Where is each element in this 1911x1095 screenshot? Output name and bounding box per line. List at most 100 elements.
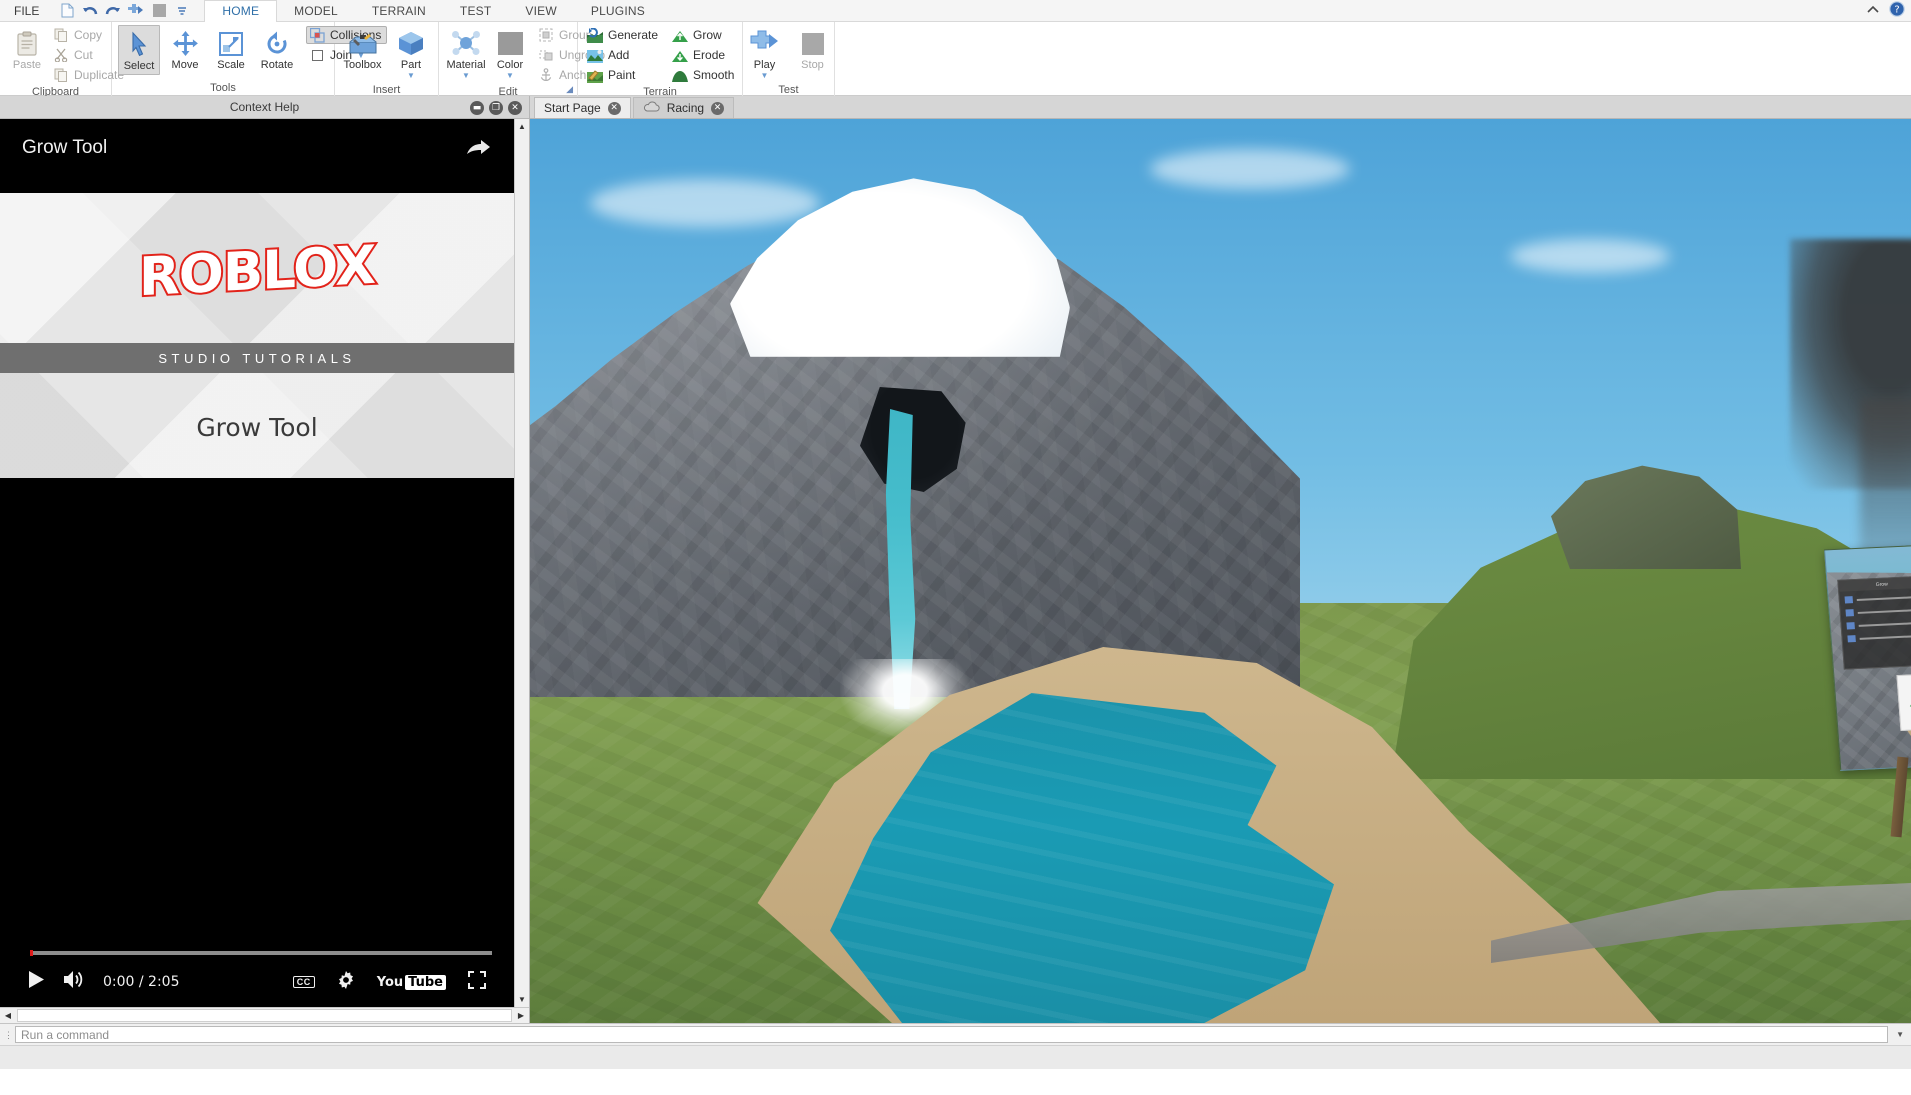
close-panel-button[interactable]: ✕ bbox=[508, 100, 522, 115]
ribbon-tab-view[interactable]: VIEW bbox=[508, 0, 573, 22]
select-tool-label: Select bbox=[123, 60, 155, 72]
video-captions-button[interactable]: CC bbox=[292, 976, 315, 988]
color-button[interactable]: Color ▼ bbox=[489, 25, 531, 82]
ribbon-tab-home[interactable]: HOME bbox=[204, 0, 278, 22]
move-arrows-icon bbox=[172, 27, 199, 57]
tutorial-billboard[interactable]: Grow Grow The Grow tool is great for for… bbox=[1824, 529, 1911, 771]
document-tab-racing[interactable]: Racing ✕ bbox=[632, 97, 735, 118]
toolbox-button[interactable]: Toolbox bbox=[341, 25, 384, 73]
help-icon[interactable]: ? bbox=[1889, 0, 1905, 22]
part-button[interactable]: Part ▼ bbox=[390, 25, 432, 82]
scale-icon bbox=[218, 27, 244, 57]
share-arrow-icon[interactable] bbox=[466, 137, 492, 163]
tutorial-video-player[interactable]: Grow Tool ROBLOX STUDIO TUTORIALS Grow T… bbox=[0, 119, 514, 1007]
play-icon[interactable] bbox=[128, 3, 144, 19]
copy-icon bbox=[53, 27, 69, 43]
minimize-panel-button[interactable]: ▬ bbox=[470, 100, 484, 115]
part-label: Part bbox=[400, 59, 422, 71]
terrain-generate-label: Generate bbox=[608, 28, 659, 42]
ribbon-tab-model[interactable]: MODEL bbox=[277, 0, 355, 22]
video-mute-button[interactable] bbox=[63, 970, 85, 994]
scale-tool-label: Scale bbox=[217, 59, 245, 71]
ribbon-tab-terrain[interactable]: TERRAIN bbox=[355, 0, 443, 22]
video-body[interactable]: 0:00 / 2:05 CC You Tube bbox=[0, 478, 514, 1007]
scroll-down-icon[interactable]: ▼ bbox=[515, 992, 529, 1007]
youtube-logo[interactable]: You Tube bbox=[376, 974, 446, 990]
terrain-grow-icon bbox=[672, 27, 689, 43]
paste-button[interactable]: Paste bbox=[6, 25, 48, 73]
chevron-down-icon[interactable]: ▼ bbox=[761, 72, 769, 80]
scroll-right-icon[interactable]: ▶ bbox=[513, 1008, 529, 1023]
video-poster-frame: ROBLOX STUDIO TUTORIALS Grow Tool bbox=[0, 193, 514, 478]
ribbon-group-insert: Toolbox Part ▼ Insert bbox=[335, 22, 439, 96]
terrain-generate-icon bbox=[587, 27, 603, 43]
scale-tool-button[interactable]: Scale bbox=[210, 25, 252, 73]
stop-square-icon bbox=[800, 27, 826, 57]
video-play-button[interactable] bbox=[28, 970, 45, 994]
context-help-vertical-scrollbar[interactable]: ▲ ▼ bbox=[514, 119, 529, 1007]
document-tab-label: Start Page bbox=[544, 101, 601, 115]
float-panel-button[interactable]: ❐ bbox=[489, 100, 503, 115]
terrain-add-button[interactable]: Add bbox=[584, 46, 661, 64]
cloud-decoration bbox=[590, 179, 820, 227]
chevron-down-icon[interactable]: ▼ bbox=[1893, 1030, 1907, 1039]
collapse-ribbon-icon[interactable] bbox=[1866, 2, 1880, 20]
status-bar bbox=[0, 1045, 1911, 1069]
close-tab-icon[interactable]: ✕ bbox=[711, 101, 725, 115]
ribbon-group-edit: Material ▼ Color ▼ Group Ungroup Anchor … bbox=[439, 22, 605, 98]
file-menu-button[interactable]: FILE bbox=[0, 0, 53, 22]
ribbon-tab-plugins[interactable]: PLUGINS bbox=[574, 0, 662, 22]
terrain-erode-button[interactable]: Erode bbox=[669, 46, 737, 64]
material-button[interactable]: Material ▼ bbox=[445, 25, 487, 82]
context-help-horizontal-scrollbar[interactable]: ◀ ▶ bbox=[0, 1007, 529, 1023]
move-tool-label: Move bbox=[171, 59, 199, 71]
scroll-left-icon[interactable]: ◀ bbox=[0, 1008, 16, 1023]
stop-button[interactable]: Stop bbox=[792, 25, 834, 73]
edit-dialog-launcher-icon[interactable]: ◢ bbox=[566, 84, 573, 95]
studio-tutorials-label: STUDIO TUTORIALS bbox=[158, 350, 356, 366]
ribbon-group-terrain: Generate Add Paint Grow Erode Smooth Ter… bbox=[578, 22, 743, 98]
drag-grip-icon[interactable]: ⋮ bbox=[4, 1030, 13, 1039]
close-tab-icon[interactable]: ✕ bbox=[607, 101, 621, 115]
ribbon-tabs: HOME MODEL TERRAIN TEST VIEW PLUGINS bbox=[204, 0, 662, 22]
rotate-tool-button[interactable]: Rotate bbox=[256, 25, 298, 73]
terrain-erode-label: Erode bbox=[693, 48, 726, 62]
cut-label: Cut bbox=[74, 48, 93, 62]
context-help-panel: Context Help ▬ ❐ ✕ Grow Tool ROBLOX STUD… bbox=[0, 96, 530, 1023]
3d-viewport[interactable]: Grow Grow The Grow tool is great for for… bbox=[530, 119, 1911, 1023]
chevron-down-icon[interactable]: ▼ bbox=[407, 72, 415, 80]
document-tab-start-page[interactable]: Start Page ✕ bbox=[534, 97, 631, 118]
chevron-down-icon[interactable]: ▼ bbox=[462, 72, 470, 80]
redo-icon[interactable] bbox=[105, 3, 121, 19]
terrain-paint-button[interactable]: Paint bbox=[584, 66, 661, 84]
ribbon-tab-test[interactable]: TEST bbox=[443, 0, 508, 22]
rotate-tool-label: Rotate bbox=[260, 59, 294, 71]
cloud-decoration bbox=[1510, 239, 1670, 273]
horizontal-scroll-thumb[interactable] bbox=[17, 1009, 512, 1022]
paste-label: Paste bbox=[12, 59, 42, 71]
youtube-text-b: Tube bbox=[405, 974, 446, 990]
terrain-smooth-button[interactable]: Smooth bbox=[669, 66, 737, 84]
window-controls: ? bbox=[1866, 0, 1905, 22]
chevron-down-icon[interactable]: ▼ bbox=[506, 72, 514, 80]
move-tool-button[interactable]: Move bbox=[164, 25, 206, 73]
play-figure-icon bbox=[750, 27, 780, 57]
terrain-grow-button[interactable]: Grow bbox=[669, 26, 737, 44]
undo-icon[interactable] bbox=[82, 3, 98, 19]
video-fullscreen-button[interactable] bbox=[468, 970, 486, 994]
ungroup-icon bbox=[538, 47, 554, 63]
qat-overflow-icon[interactable] bbox=[174, 3, 190, 19]
scroll-up-icon[interactable]: ▲ bbox=[515, 119, 529, 134]
video-progress-bar[interactable] bbox=[30, 950, 492, 956]
stop-icon[interactable] bbox=[151, 3, 167, 19]
video-settings-button[interactable] bbox=[337, 970, 355, 994]
youtube-text-a: You bbox=[376, 974, 404, 990]
new-file-icon[interactable] bbox=[59, 3, 75, 19]
select-tool-button[interactable]: Select bbox=[118, 25, 160, 75]
terrain-generate-button[interactable]: Generate bbox=[584, 26, 661, 44]
group-icon bbox=[538, 27, 554, 43]
video-card-subtitle: Grow Tool bbox=[196, 413, 318, 442]
anchor-icon bbox=[538, 67, 554, 83]
command-input[interactable]: Run a command bbox=[15, 1026, 1889, 1043]
play-button[interactable]: Play ▼ bbox=[744, 25, 786, 82]
